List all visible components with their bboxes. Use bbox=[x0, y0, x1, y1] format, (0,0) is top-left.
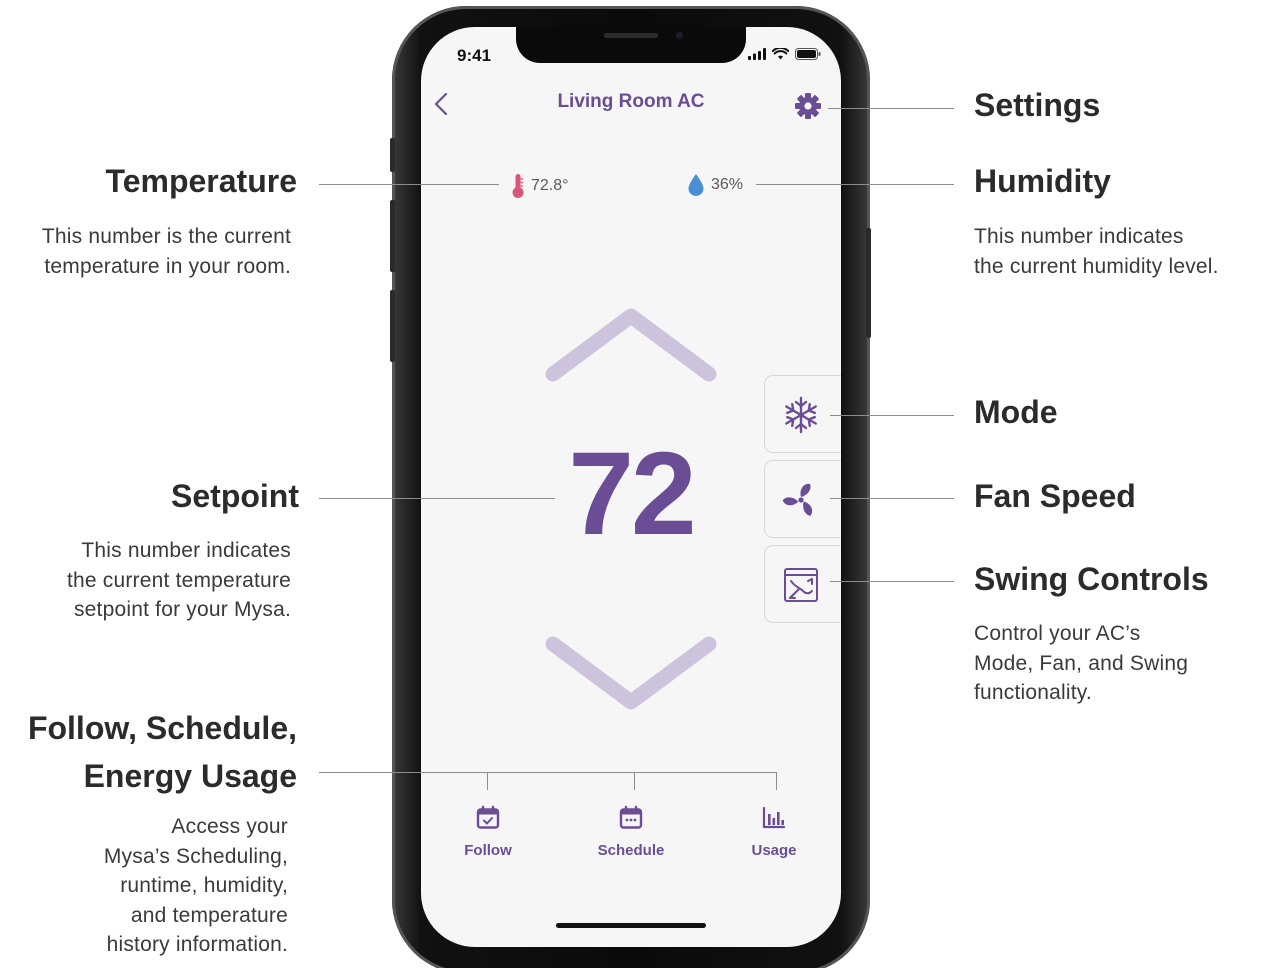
swing-leader-line bbox=[830, 581, 954, 582]
home-indicator bbox=[556, 923, 706, 928]
volume-up-button bbox=[390, 200, 395, 272]
settings-leader-line bbox=[828, 108, 954, 109]
follow-title-line: Energy Usage bbox=[83, 758, 297, 794]
tabs-leader-drop-usage bbox=[776, 772, 777, 790]
calendar-icon bbox=[619, 805, 643, 829]
status-icons bbox=[748, 48, 821, 60]
wifi-icon bbox=[772, 48, 789, 60]
tab-follow-label: Follow bbox=[464, 842, 512, 859]
setpoint-annotation-title: Setpoint bbox=[171, 478, 299, 514]
temperature-leader-line bbox=[319, 184, 499, 185]
droplet-icon bbox=[688, 174, 704, 196]
fan-speed-leader-line bbox=[830, 498, 954, 499]
setpoint-value: 72 bbox=[568, 428, 696, 560]
setpoint-leader-line bbox=[319, 498, 555, 499]
silent-switch bbox=[390, 138, 395, 172]
increase-setpoint-chevron-icon[interactable] bbox=[541, 302, 721, 392]
mode-button[interactable] bbox=[764, 375, 841, 453]
tab-usage[interactable]: Usage bbox=[724, 805, 824, 859]
humidity-desc-line: the current humidity level. bbox=[974, 254, 1219, 278]
mode-leader-line bbox=[830, 415, 954, 416]
follow-desc-line: and temperature bbox=[130, 903, 288, 927]
notch bbox=[516, 27, 746, 63]
tab-schedule[interactable]: Schedule bbox=[581, 805, 681, 859]
settings-annotation-title: Settings bbox=[974, 87, 1101, 123]
calendar-check-icon bbox=[476, 805, 500, 829]
swing-desc-line: Control your AC’s bbox=[974, 622, 1141, 645]
signal-icon bbox=[748, 48, 766, 60]
follow-title-line: Follow, Schedule, bbox=[27, 710, 297, 746]
temperature-desc-line: temperature in your room. bbox=[44, 254, 291, 278]
follow-desc-line: history information. bbox=[106, 933, 288, 956]
decrease-setpoint-chevron-icon[interactable] bbox=[541, 630, 721, 720]
setpoint-annotation-desc: This number indicates the current temper… bbox=[0, 536, 291, 625]
follow-annotation-title: Follow, Schedule, Energy Usage bbox=[28, 704, 297, 800]
tab-schedule-label: Schedule bbox=[597, 842, 665, 859]
tab-usage-label: Usage bbox=[751, 842, 797, 859]
humidity-leader-line bbox=[756, 184, 954, 185]
swing-icon bbox=[784, 568, 818, 602]
setpoint-desc-line: This number indicates bbox=[81, 539, 291, 562]
mode-annotation-title: Mode bbox=[974, 394, 1058, 430]
humidity-reading: 36% bbox=[687, 173, 743, 197]
follow-desc-line: Access your bbox=[171, 815, 288, 838]
volume-down-button bbox=[390, 290, 395, 362]
temperature-reading: 72.8° bbox=[511, 173, 569, 199]
temperature-annotation-title: Temperature bbox=[105, 163, 297, 199]
speaker bbox=[604, 33, 658, 38]
phone-screen: 9:41 Living Room AC 72.8° 36% 72 Follow … bbox=[421, 27, 841, 947]
annotated-app-screenshot: 9:41 Living Room AC 72.8° 36% 72 Follow … bbox=[0, 0, 1263, 968]
follow-annotation-desc: Access your Mysa’s Scheduling, runtime, … bbox=[8, 812, 288, 960]
temperature-desc-line: This number is the current bbox=[41, 225, 291, 248]
temperature-value: 72.8° bbox=[531, 177, 569, 194]
swing-desc-line: functionality. bbox=[974, 681, 1092, 704]
swing-controls-button[interactable] bbox=[764, 545, 841, 623]
fan-speed-button[interactable] bbox=[764, 460, 841, 538]
thermometer-icon bbox=[512, 174, 524, 198]
bar-chart-icon bbox=[762, 806, 786, 829]
gear-icon[interactable] bbox=[793, 91, 823, 121]
humidity-value: 36% bbox=[711, 176, 744, 193]
power-button bbox=[866, 228, 871, 338]
setpoint-desc-line: setpoint for your Mysa. bbox=[73, 598, 291, 621]
follow-desc-line: runtime, humidity, bbox=[120, 874, 288, 897]
swing-annotation-title: Swing Controls bbox=[974, 561, 1209, 597]
tabs-leader-drop-schedule bbox=[634, 772, 635, 790]
fan-speed-annotation-title: Fan Speed bbox=[974, 478, 1136, 514]
tabs-leader-drop-follow bbox=[487, 772, 488, 790]
snowflake-icon bbox=[785, 396, 817, 434]
humidity-annotation-desc: This number indicates the current humidi… bbox=[974, 222, 1259, 281]
humidity-annotation-title: Humidity bbox=[974, 163, 1111, 199]
page-title: Living Room AC bbox=[557, 91, 705, 112]
tabs-leader-line bbox=[319, 772, 776, 773]
temperature-annotation-desc: This number is the current temperature i… bbox=[0, 222, 291, 281]
swing-desc-line: Mode, Fan, and Swing bbox=[974, 651, 1189, 675]
front-camera bbox=[676, 32, 683, 39]
tab-follow[interactable]: Follow bbox=[438, 805, 538, 859]
status-time: 9:41 bbox=[457, 46, 492, 65]
fan-icon bbox=[782, 483, 813, 516]
follow-desc-line: Mysa’s Scheduling, bbox=[103, 844, 288, 868]
swing-annotation-desc: Control your AC’s Mode, Fan, and Swing f… bbox=[974, 619, 1259, 708]
humidity-desc-line: This number indicates bbox=[974, 225, 1184, 248]
battery-icon bbox=[795, 48, 821, 60]
setpoint-desc-line: the current temperature bbox=[66, 568, 291, 592]
